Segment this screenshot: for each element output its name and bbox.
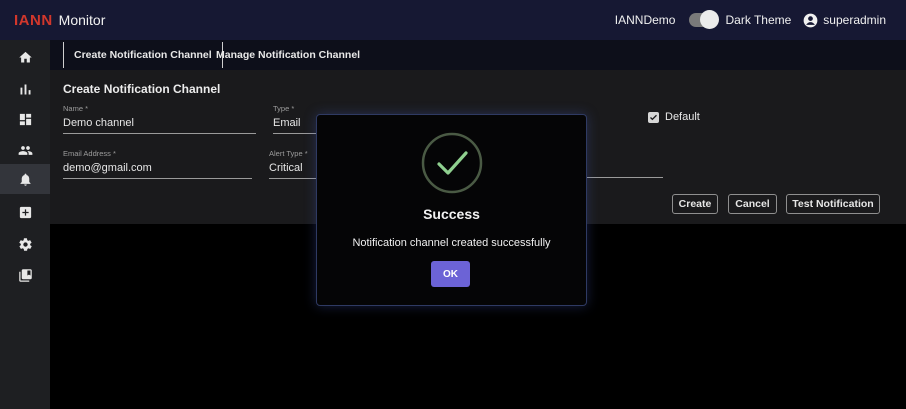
checkbox-box[interactable] [648,111,659,123]
sidebar-item-settings[interactable] [0,229,50,259]
dark-theme-label: Dark Theme [725,13,792,27]
gear-icon [18,237,32,251]
default-checkbox[interactable]: Default [648,111,700,123]
people-icon [18,145,32,155]
email-label: Email Address * [63,149,116,158]
sidebar-item-dashboard[interactable] [0,104,50,134]
dashboard-icon [19,113,31,125]
dialog-message: Notification channel created successfull… [352,237,551,249]
brand-logo: IANN [14,11,53,29]
home-icon [18,51,32,62]
app-title: Monitor [58,12,106,28]
test-notification-button[interactable]: Test Notification [786,194,880,214]
sidebar-item-add[interactable] [0,197,50,227]
create-button[interactable]: Create [672,194,718,214]
email-field[interactable]: Email Address * demo@gmail.com [63,149,252,179]
bar-chart-icon [20,84,30,94]
library-icon [18,268,32,282]
sidebar-item-library[interactable] [0,260,50,290]
sidebar-item-analytics[interactable] [0,74,50,104]
sidebar [0,40,50,409]
header-right: IANNDemo Dark Theme superadmin [614,10,886,29]
name-field[interactable]: Name * Demo channel [63,104,256,134]
add-box-icon [19,206,31,218]
instance-name: IANNDemo [614,13,676,27]
sidebar-item-users[interactable] [0,135,50,165]
tab-bar: Create Notification Channel Manage Notif… [50,40,906,70]
email-input[interactable]: demo@gmail.com [63,162,252,179]
alert-type-label: Alert Type * [269,149,308,158]
check-icon [650,114,657,120]
dark-theme-toggle[interactable] [689,10,720,29]
tab-create-notification-channel[interactable]: Create Notification Channel [63,42,223,68]
check-circle-icon [421,132,483,194]
account-circle-icon[interactable] [803,13,818,28]
default-label: Default [665,111,700,123]
dialog-title: Success [423,206,480,222]
ok-button[interactable]: OK [431,261,470,287]
tab-manage-notification-channel[interactable]: Manage Notification Channel [206,42,370,68]
cancel-button[interactable]: Cancel [728,194,777,214]
bell-icon [20,173,30,186]
alert-type-select[interactable]: Critical [269,162,319,179]
top-bar: IANN Monitor IANNDemo Dark Theme superad… [0,0,906,40]
alert-type-field[interactable]: Alert Type * Critical [269,149,319,179]
type-label: Type * [273,104,295,113]
success-dialog: Success Notification channel created suc… [316,114,587,306]
panel-title: Create Notification Channel [63,82,221,96]
field-underline [587,177,663,178]
name-input[interactable]: Demo channel [63,117,256,134]
name-label: Name * [63,104,89,113]
sidebar-item-notifications[interactable] [0,164,50,194]
toggle-knob [700,10,720,29]
sidebar-item-home[interactable] [0,42,50,72]
user-name[interactable]: superadmin [823,13,886,27]
